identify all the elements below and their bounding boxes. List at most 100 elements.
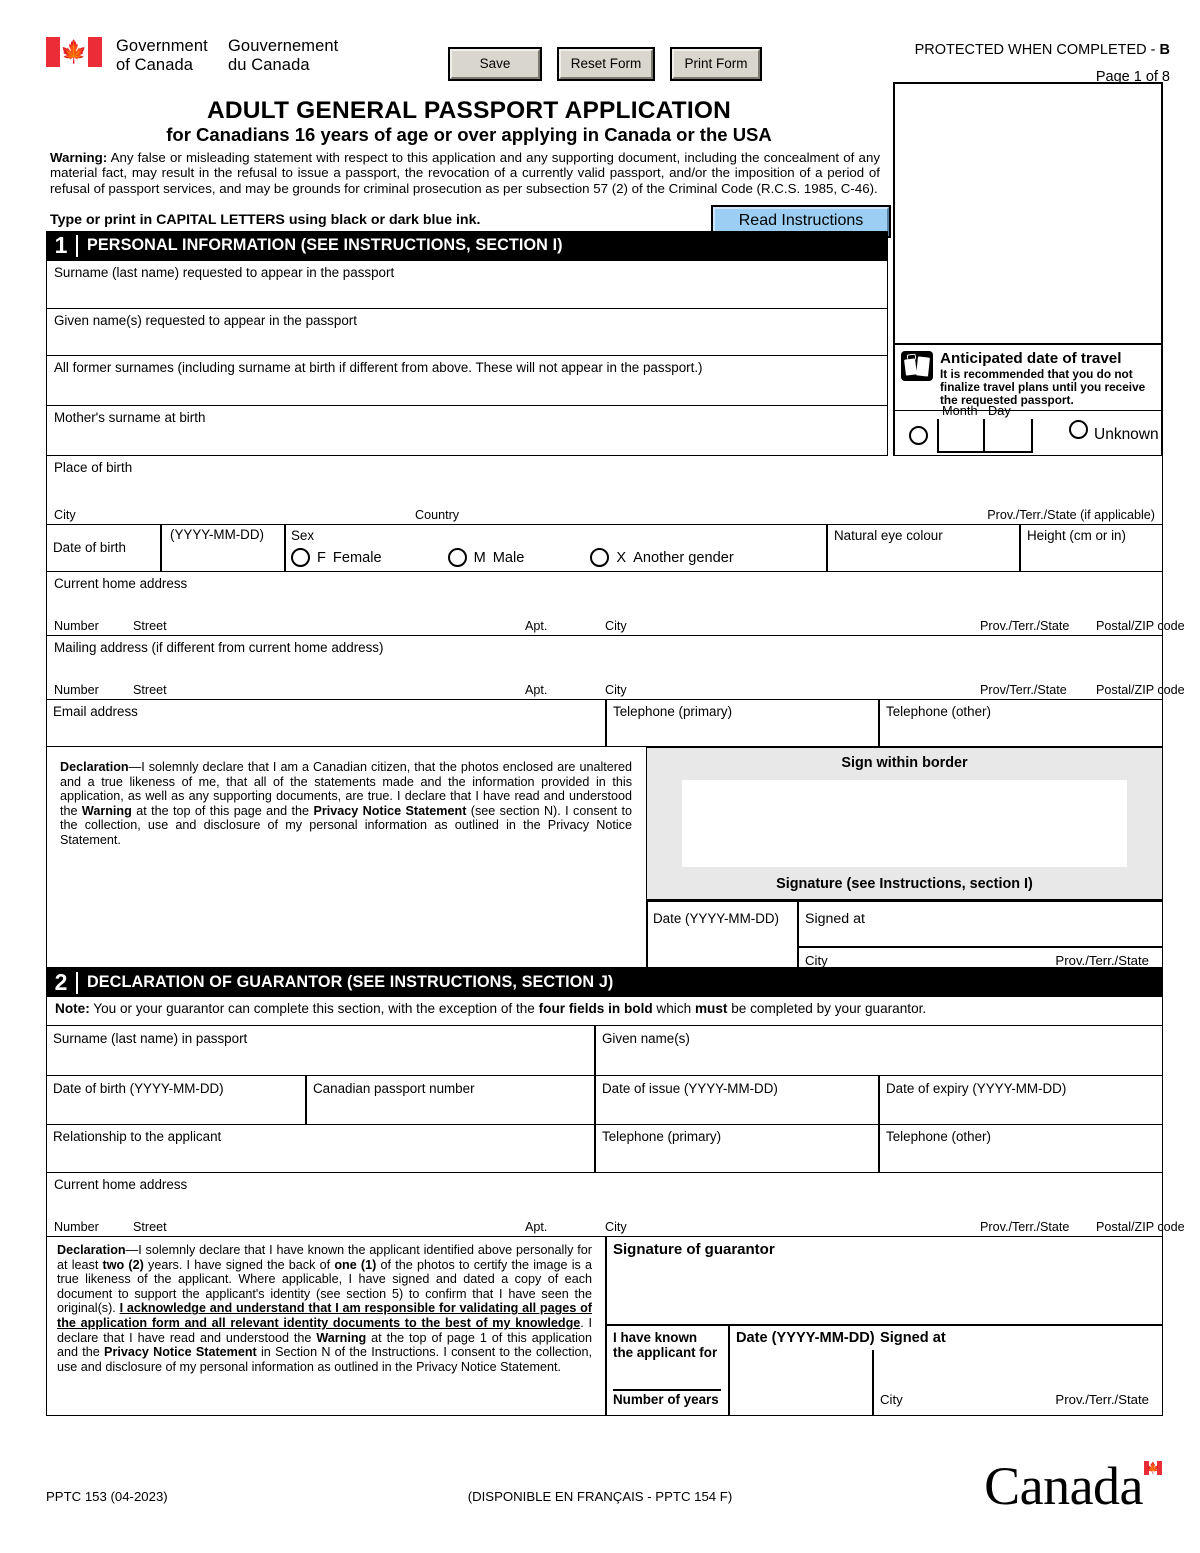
guarantor-sig-bottom-divider: [605, 1324, 1163, 1326]
guarantor-tel-other-label: Telephone (other): [886, 1129, 991, 1144]
guarantor-decl-b4: Privacy Notice Statement: [104, 1345, 257, 1360]
guarantor-tel-divider: [878, 1125, 880, 1173]
luggage-icon: [901, 351, 933, 381]
applicant-signature-canvas[interactable]: [682, 780, 1127, 867]
travel-month-field[interactable]: Month: [937, 403, 985, 453]
addr1-number-label: Number: [54, 619, 99, 633]
print-form-button[interactable]: Print Form: [670, 47, 762, 81]
wordmark-text: Government of Canada Gouvernement du Can…: [116, 37, 338, 75]
applicant-signed-prov-label: Prov./Terr./State: [1055, 953, 1149, 968]
applicant-declaration-label: Declaration: [60, 760, 129, 774]
surname-field[interactable]: Surname (last name) requested to appear …: [46, 260, 888, 309]
given-names-label: Given name(s) requested to appear in the…: [54, 313, 357, 328]
number-of-years-label: Number of years: [613, 1392, 719, 1407]
place-of-birth-field[interactable]: Place of birth City Country Prov./Terr./…: [46, 456, 1163, 525]
sex-option-male[interactable]: M Male: [447, 548, 524, 567]
dob-divider: [160, 525, 162, 572]
travel-heading: Anticipated date of travel: [940, 350, 1122, 367]
guarantor-note-p3: be completed by your guarantor.: [727, 1001, 927, 1016]
gov-fr-line1: Gouvernement: [228, 37, 339, 55]
signature-date-divider: [646, 900, 1163, 902]
sex-divider: [284, 525, 286, 572]
travel-unknown-radio[interactable]: [1069, 420, 1088, 439]
sex-male-radio[interactable]: [447, 548, 467, 567]
height-divider: [1019, 525, 1021, 572]
warning-body: Any false or misleading statement with r…: [50, 150, 880, 196]
pob-city-label: City: [54, 508, 76, 522]
applicant-declaration-p2: at the top of this page and the: [131, 803, 314, 818]
mother-surname-field[interactable]: Mother's surname at birth: [46, 406, 888, 456]
guarantor-surname-label: Surname (last name) in passport: [53, 1031, 248, 1046]
given-names-field[interactable]: Given name(s) requested to appear in the…: [46, 309, 888, 356]
g-addr-street-label: Street: [133, 1220, 167, 1234]
tel-other-label: Telephone (other): [886, 704, 991, 719]
applicant-declaration-warning: Warning: [81, 803, 132, 818]
travel-day-field[interactable]: Day: [985, 403, 1033, 453]
dob-format-label: (YYYY-MM-DD): [170, 527, 264, 542]
guarantor-note-b2: must: [694, 1001, 728, 1016]
page-title: ADULT GENERAL PASSPORT APPLICATION: [206, 97, 732, 124]
addr2-postal-label: Postal/ZIP code: [1096, 683, 1185, 697]
canada-flag-icon-small: 🍁: [1144, 1461, 1162, 1475]
gov-fr-line2: du Canada: [228, 56, 310, 74]
guarantor-given-names-label: Given name(s): [602, 1031, 690, 1046]
number-of-years-rule: [613, 1389, 721, 1391]
surname-label: Surname (last name) requested to appear …: [54, 265, 395, 280]
form-toolbar: Save Reset Form Print Form: [448, 47, 762, 81]
current-address-label: Current home address: [54, 576, 188, 591]
addr2-number-label: Number: [54, 683, 99, 697]
protected-label: PROTECTED WHEN COMPLETED -: [914, 42, 1160, 58]
guarantor-date-of-expiry-label: Date of expiry (YYYY-MM-DD): [886, 1081, 1067, 1096]
applicant-declaration-privacy: Privacy Notice Statement: [313, 803, 467, 818]
addr1-prov-label: Prov./Terr./State: [980, 619, 1070, 633]
save-button[interactable]: Save: [448, 47, 542, 81]
guarantor-decl-underline: I acknowledge and understand that I am r…: [57, 1301, 593, 1330]
g-addr-postal-label: Postal/ZIP code: [1096, 1220, 1185, 1234]
signedat-city-divider: [797, 946, 1163, 948]
addr2-prov-label: Prov/Terr./State: [980, 683, 1067, 697]
guarantor-date-of-issue-label: Date of issue (YYYY-MM-DD): [602, 1081, 778, 1096]
guarantor-signed-city-label: City: [880, 1392, 903, 1407]
g-addr-apt-label: Apt.: [525, 1220, 548, 1234]
applicant-declaration-text: Declaration—I solemnly declare that I am…: [60, 760, 632, 848]
current-home-address-field[interactable]: Current home address Number Street Apt. …: [46, 572, 1185, 636]
guarantor-signature-canvas[interactable]: [607, 1253, 1161, 1323]
guarantor-passport-number-label: Canadian passport number: [313, 1081, 475, 1096]
guarantor-note-label: Note:: [55, 1001, 90, 1016]
tel-tel-divider: [878, 700, 880, 747]
guarantor-note: Note: You or your guarantor can complete…: [46, 997, 1163, 1026]
pob-country-label: Country: [415, 508, 460, 522]
type-instruction: Type or print in CAPITAL LETTERS using b…: [50, 212, 481, 228]
guarantor-address-field[interactable]: Current home address Number Street Apt. …: [46, 1173, 1185, 1237]
travel-unknown-label: Unknown: [1094, 425, 1159, 443]
section-1-number: 1: [54, 232, 68, 258]
sex-option-female[interactable]: F Female: [291, 548, 382, 567]
former-surnames-field[interactable]: All former surnames (including surname a…: [46, 356, 888, 406]
addr2-city-label: City: [605, 683, 627, 697]
section-2-header: 2 DECLARATION OF GUARANTOR (SEE INSTRUCT…: [46, 968, 1163, 997]
sex-label: Sex: [291, 528, 315, 543]
applicant-signed-city-label: City: [805, 953, 828, 968]
sex-another-label: Another gender: [633, 549, 734, 566]
travel-date-radio[interactable]: [909, 426, 928, 445]
g-addr-city-label: City: [605, 1220, 627, 1234]
section-1-title: PERSONAL INFORMATION (SEE INSTRUCTIONS, …: [87, 236, 563, 254]
sex-female-radio[interactable]: [291, 548, 310, 567]
sex-another-radio[interactable]: [590, 548, 610, 567]
g-addr-prov-label: Prov./Terr./State: [980, 1220, 1070, 1234]
height-label: Height (cm or in): [1027, 528, 1126, 543]
section-2-title: DECLARATION OF GUARANTOR (SEE INSTRUCTIO…: [87, 973, 614, 991]
passport-application-page: 🍁 Government of Canada Gouvernement du C…: [0, 0, 1200, 1553]
guarantor-dob-label: Date of birth (YYYY-MM-DD): [53, 1081, 224, 1096]
travel-note: It is recommended that you do not finali…: [940, 367, 1146, 408]
eye-colour-label: Natural eye colour: [834, 528, 943, 543]
known-applicant-for-label: I have known the applicant for: [613, 1330, 717, 1360]
reset-form-button[interactable]: Reset Form: [557, 47, 655, 81]
mailing-address-field[interactable]: Mailing address (if different from curre…: [46, 636, 1185, 700]
photo-placeholder-box: [893, 82, 1163, 345]
warning-label: Warning:: [50, 150, 108, 165]
former-surnames-label: All former surnames (including surname a…: [54, 360, 703, 375]
guarantor-passportnum-divider: [594, 1076, 596, 1125]
applicant-signature-zone[interactable]: Sign within border Signature (see Instru…: [646, 747, 1163, 900]
sex-option-another[interactable]: X Another gender: [590, 548, 734, 567]
